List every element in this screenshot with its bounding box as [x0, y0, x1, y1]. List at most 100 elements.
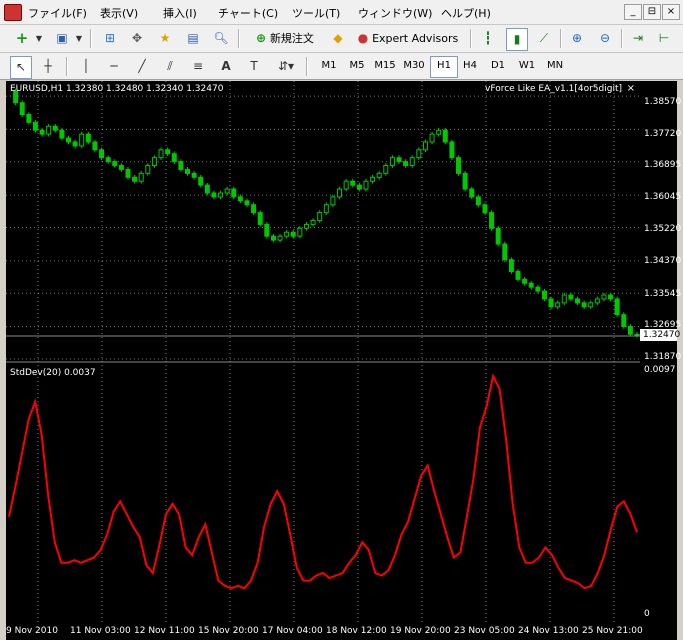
- candle: [449, 141, 455, 159]
- chevron-down-icon[interactable]: ▼: [34, 28, 44, 49]
- timeframe-m5[interactable]: M5: [344, 56, 370, 76]
- text-icon[interactable]: A: [216, 56, 236, 77]
- close-icon[interactable]: ×: [627, 83, 635, 94]
- new-order-button[interactable]: ⊕ 新規注文: [247, 28, 323, 49]
- candle: [151, 157, 157, 167]
- fibonacci-icon[interactable]: ≡: [188, 56, 208, 77]
- candle: [32, 121, 38, 131]
- candle: [436, 129, 442, 135]
- text-label-icon[interactable]: T: [244, 56, 264, 77]
- restore-button[interactable]: ⊟: [643, 4, 661, 20]
- candle: [231, 188, 237, 198]
- menu-insert[interactable]: 挿入(I): [163, 5, 197, 21]
- candle: [105, 157, 111, 163]
- auto-scroll-icon[interactable]: ⇥: [628, 28, 648, 49]
- timeframe-m1[interactable]: M1: [316, 56, 342, 76]
- candle: [310, 219, 316, 225]
- menu-bar: ファイル(F) 表示(V) 挿入(I) チャート(C) ツール(T) ウィンドウ…: [0, 0, 683, 25]
- menu-view[interactable]: 表示(V): [100, 5, 138, 21]
- timeframe-m30[interactable]: M30: [401, 56, 427, 76]
- indicator-label: StdDev(20) 0.0037: [10, 368, 96, 378]
- chart-shift-icon[interactable]: ⊢: [654, 28, 674, 49]
- drawing-toolbar: ↖ ┼ │ ─ ╱ ⫽ ≡ A T ⇵▾ M1 M5 M15 M30 H1 H4…: [0, 53, 683, 80]
- navigator-icon[interactable]: ✥: [127, 28, 147, 49]
- candle: [270, 235, 276, 241]
- candle: [634, 333, 640, 336]
- price-tick: 1.38570: [644, 97, 682, 107]
- price-axis[interactable]: 1.38570 1.37720 1.36895 1.36045 1.35220 …: [640, 81, 681, 625]
- candle: [515, 270, 521, 280]
- timeframe-mn[interactable]: MN: [542, 56, 568, 76]
- arrows-icon[interactable]: ⇵▾: [272, 56, 300, 77]
- chevron-down-icon[interactable]: ▼: [74, 28, 84, 49]
- favorites-icon[interactable]: ★: [155, 28, 175, 49]
- candle: [370, 176, 376, 182]
- timeframe-w1[interactable]: W1: [514, 56, 540, 76]
- trendline-icon[interactable]: ╱: [132, 56, 152, 77]
- close-button[interactable]: ×: [662, 4, 680, 20]
- price-tick: 1.36045: [644, 192, 682, 202]
- minimize-button[interactable]: _: [624, 4, 642, 20]
- candle: [409, 157, 415, 167]
- menu-tools[interactable]: ツール(T): [292, 5, 340, 21]
- tester-icon[interactable]: 🔍︎: [211, 28, 231, 49]
- candle: [555, 302, 561, 308]
- standard-toolbar: + ▼ ▣ ▼ ⊞ ✥ ★ ▤ 🔍︎ ⊕ 新規注文 ◆ ● Expert Adv…: [0, 25, 683, 53]
- price-tick: 1.31870: [644, 352, 682, 362]
- candle: [356, 184, 362, 190]
- candle: [422, 141, 428, 151]
- timeframe-h4[interactable]: H4: [457, 56, 483, 76]
- candle: [211, 192, 217, 198]
- candle: [218, 192, 224, 198]
- chart-canvas[interactable]: [6, 81, 640, 625]
- market-watch-icon[interactable]: ⊞: [100, 28, 120, 49]
- candle: [323, 204, 329, 214]
- candle: [462, 172, 468, 190]
- zoom-out-icon[interactable]: ⊖: [595, 28, 615, 49]
- new-chart-icon[interactable]: +: [12, 28, 32, 49]
- candle: [376, 172, 382, 178]
- candle: [184, 168, 190, 174]
- chart-window[interactable]: EURUSD,H1 1.32380 1.32480 1.32340 1.3247…: [6, 81, 640, 625]
- candle: [251, 204, 257, 214]
- candle: [138, 172, 144, 182]
- fibonacci-fan-icon[interactable]: ⫽: [160, 56, 180, 77]
- candle: [125, 168, 131, 178]
- time-axis[interactable]: 9 Nov 2010 11 Nov 03:00 12 Nov 11:00 15 …: [6, 625, 677, 640]
- candle: [158, 149, 164, 159]
- time-tick: 15 Nov 20:00: [198, 626, 259, 636]
- candle: [72, 141, 78, 147]
- profiles-icon[interactable]: ▣: [52, 28, 72, 49]
- indicator-tick: 0.0097: [644, 365, 676, 375]
- candle: [46, 125, 52, 135]
- bar-chart-icon[interactable]: ┇: [478, 28, 498, 49]
- candle: [363, 180, 369, 190]
- expert-advisors-button[interactable]: ● Expert Advisors: [354, 28, 462, 49]
- candle: [99, 149, 105, 159]
- timeframe-d1[interactable]: D1: [485, 56, 511, 76]
- menu-file[interactable]: ファイル(F): [28, 5, 87, 21]
- cursor-icon[interactable]: ↖: [10, 56, 32, 79]
- timeframe-m15[interactable]: M15: [372, 56, 398, 76]
- menu-help[interactable]: ヘルプ(H): [441, 5, 491, 21]
- timeframe-h1[interactable]: H1: [430, 56, 458, 78]
- crosshair-icon[interactable]: ┼: [38, 56, 58, 77]
- menu-window[interactable]: ウィンドウ(W): [358, 5, 432, 21]
- candle: [171, 153, 177, 163]
- candle: [522, 278, 528, 284]
- candle: [548, 298, 554, 308]
- terminal-icon[interactable]: ▤: [183, 28, 203, 49]
- horizontal-line-icon[interactable]: ─: [104, 56, 124, 77]
- candle: [19, 102, 25, 116]
- candlestick-icon[interactable]: ▮: [506, 28, 528, 51]
- metaeditor-icon[interactable]: ◆: [328, 28, 348, 49]
- candle: [290, 231, 296, 237]
- zoom-in-icon[interactable]: ⊕: [567, 28, 587, 49]
- vertical-line-icon[interactable]: │: [76, 56, 96, 77]
- app-icon[interactable]: [4, 4, 22, 21]
- candle: [337, 188, 343, 198]
- line-chart-icon[interactable]: ⟋: [534, 28, 554, 49]
- menu-chart[interactable]: チャート(C): [218, 5, 278, 21]
- candle: [469, 188, 475, 198]
- candle: [39, 129, 45, 135]
